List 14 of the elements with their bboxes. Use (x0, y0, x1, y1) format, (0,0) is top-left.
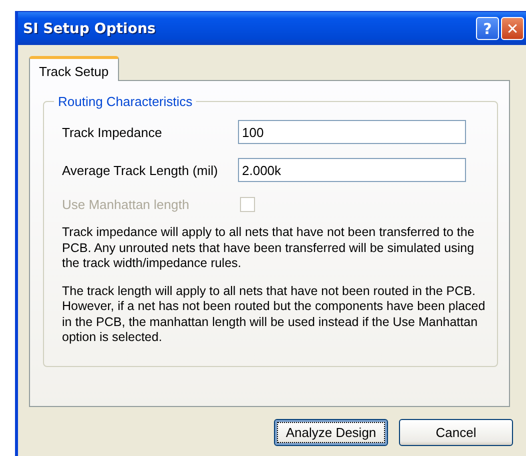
input-field[interactable]: 2.000k (238, 158, 466, 182)
field-label: Average Track Length (mil) (62, 162, 219, 178)
dialog-button[interactable]: Analyze Design (274, 419, 388, 446)
checkbox-label: Use Manhattan length (62, 196, 190, 212)
description-text: The track length will apply to all nets that have not been routed in the PCB. However, if a net has not been routed but the components have been placed in the PCB, the manhattan length will be used instead if the Use Manhattan option is selected. (62, 284, 486, 346)
description-text: Track impedance will apply to all nets that have not been transferred to the PCB. Any unrouted nets that have been transferred will be simulated using the track width/impedance rules. (62, 225, 476, 272)
dialog-button[interactable]: Cancel (399, 419, 513, 446)
input-field[interactable]: 100 (238, 120, 466, 144)
group-title: Routing Characteristics (57, 94, 194, 109)
field-label: Track Impedance (62, 124, 163, 140)
window-title: SI Setup Options (23, 20, 156, 36)
tab[interactable]: Track Setup (29, 56, 119, 81)
help-button[interactable]: ? (476, 17, 499, 40)
close-button[interactable]: ✕ (501, 17, 524, 40)
